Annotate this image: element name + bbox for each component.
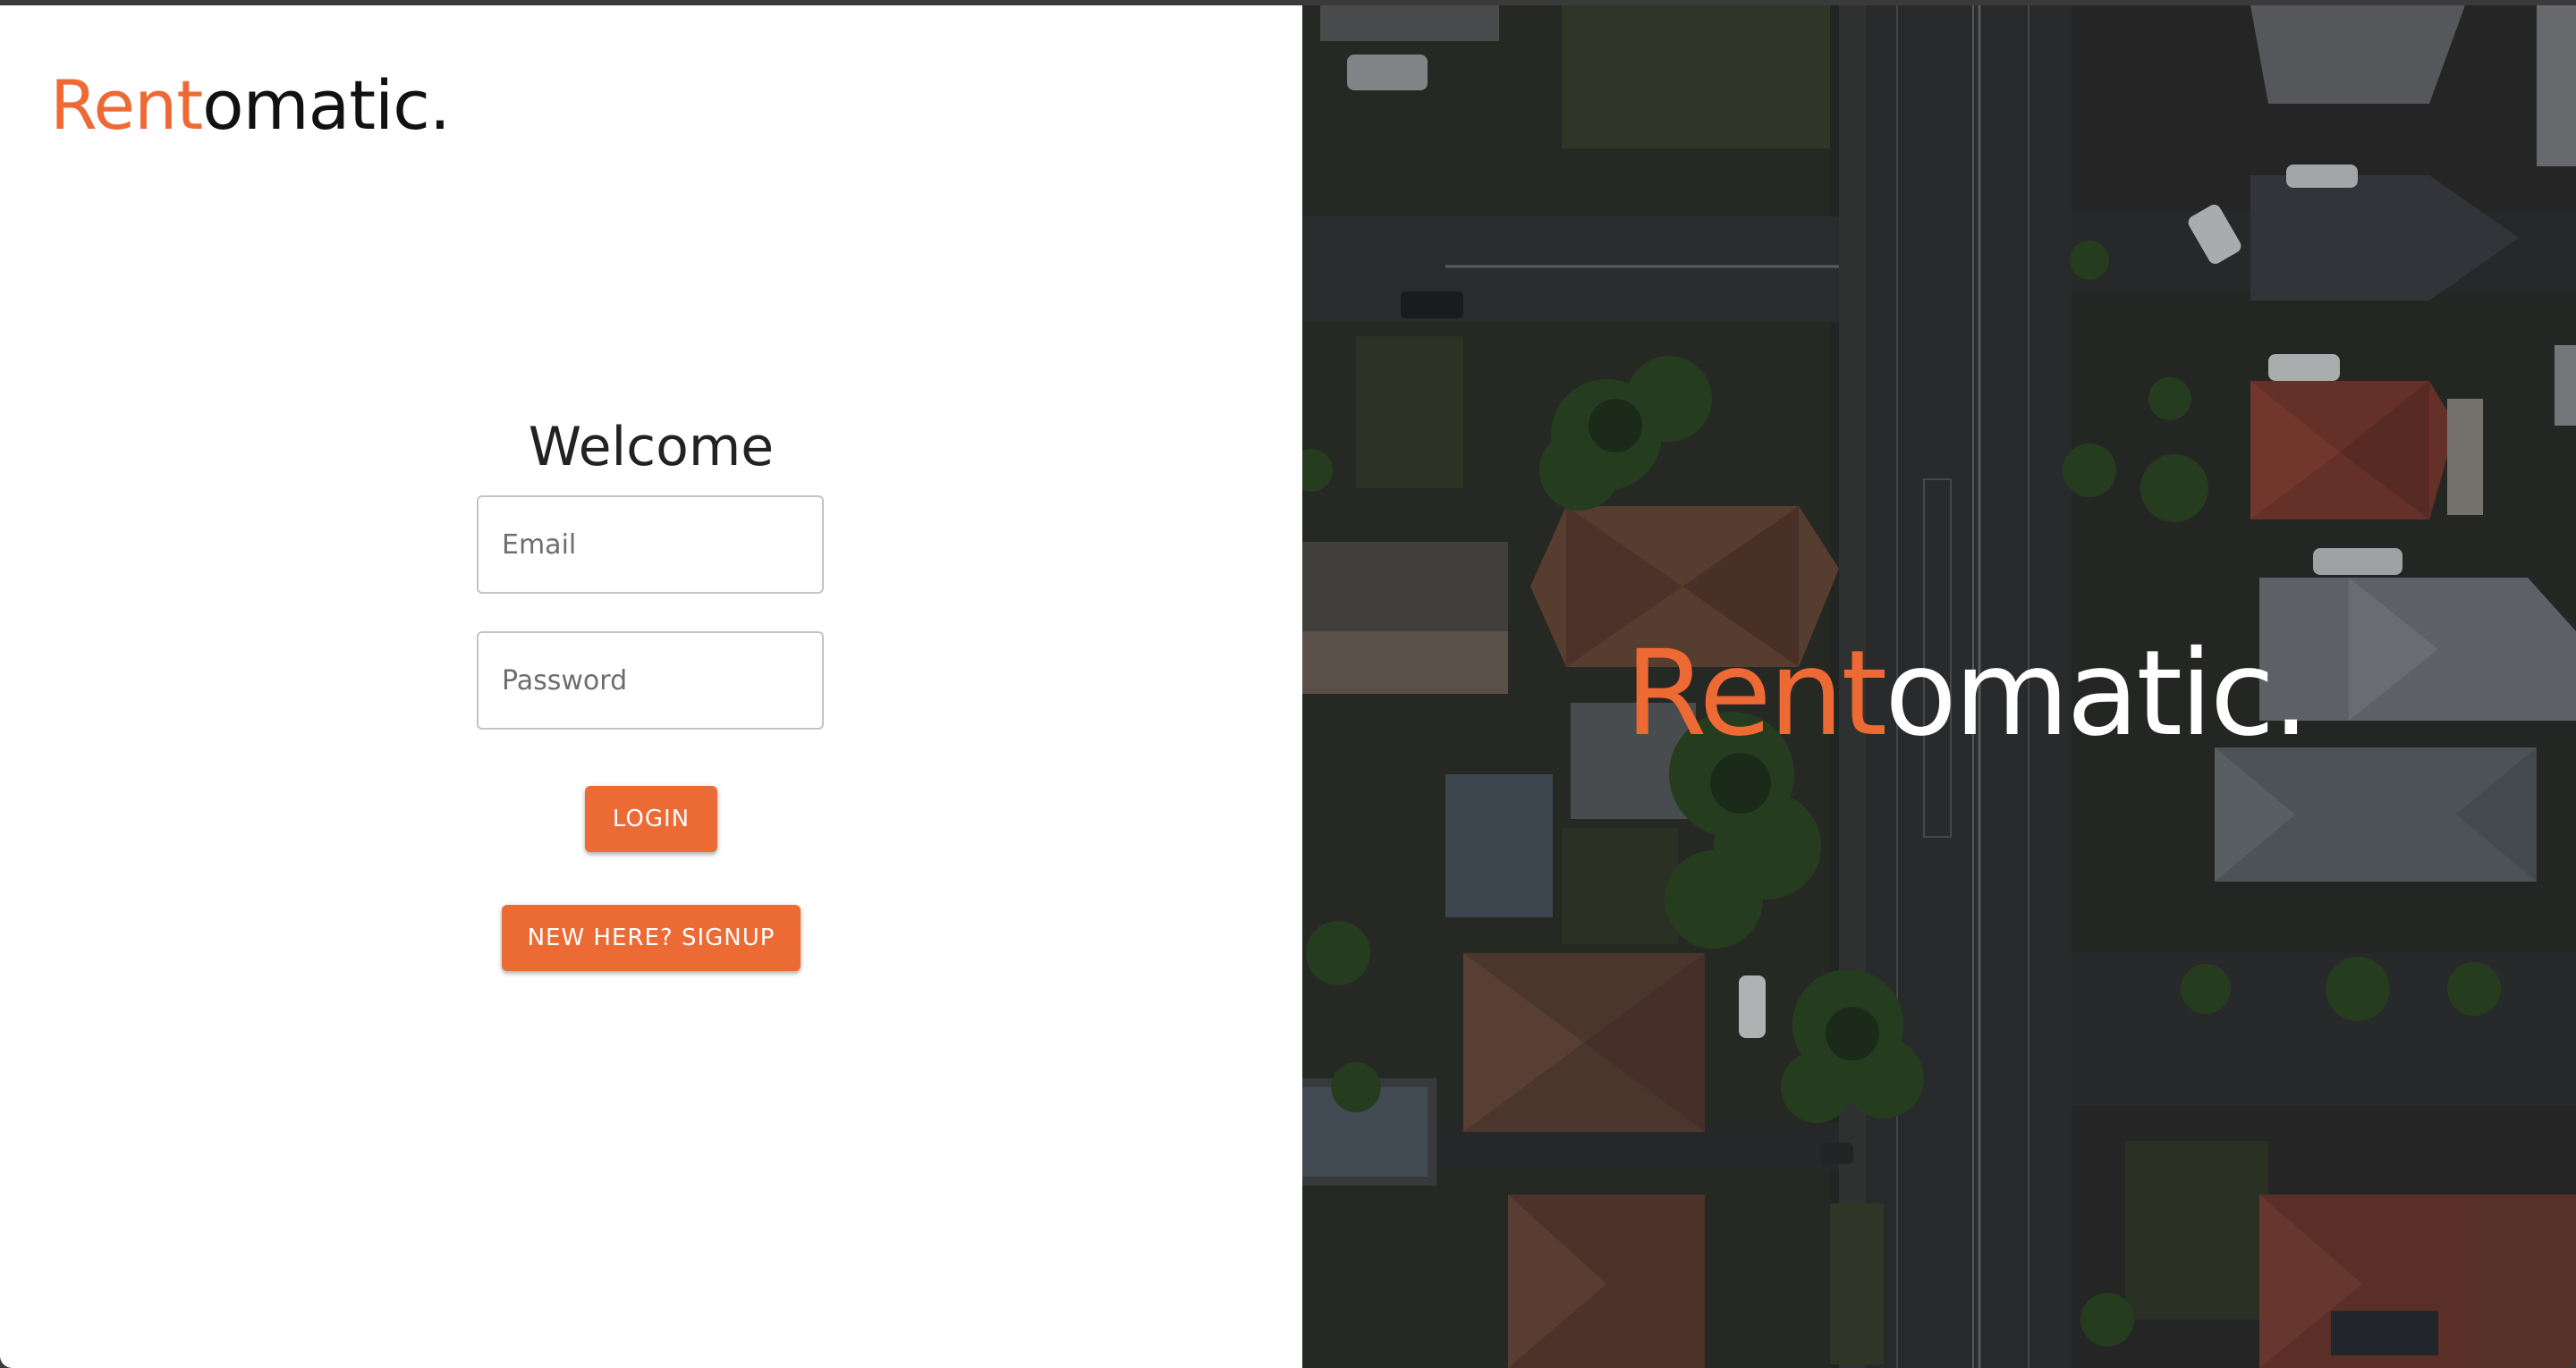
brand-logo[interactable]: Rentomatic. (50, 61, 451, 150)
login-panel: Rentomatic. Welcome LOGIN NEW HERE? SIGN… (0, 5, 1302, 1368)
hero-panel: Rentomatic. (1302, 5, 2576, 1368)
welcome-heading: Welcome (528, 416, 775, 478)
hero-brand-accent: Rent (1624, 625, 1887, 763)
hero-brand-rest: omatic. (1885, 625, 2309, 763)
login-button[interactable]: LOGIN (585, 786, 717, 852)
brand-logo-accent: Rent (50, 65, 203, 145)
hero-brand-logo: Rentomatic. (1302, 622, 2576, 765)
brand-logo-rest: omatic. (202, 65, 451, 145)
app-window: Rentomatic. Welcome LOGIN NEW HERE? SIGN… (0, 5, 2576, 1368)
password-field[interactable] (477, 631, 824, 730)
email-field[interactable] (477, 495, 824, 594)
signup-button[interactable]: NEW HERE? SIGNUP (502, 905, 801, 971)
